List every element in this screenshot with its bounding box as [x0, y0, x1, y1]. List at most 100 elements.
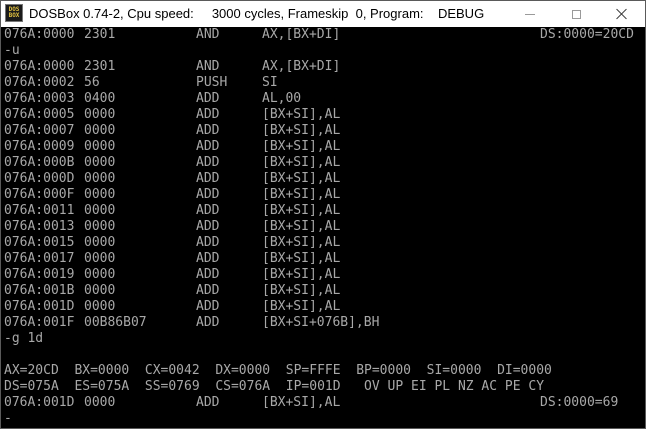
mnemonic: AND: [196, 59, 220, 74]
mnemonic: ADD: [196, 219, 220, 234]
operands: [BX+SI],AL: [262, 123, 341, 138]
console-line: 076A:0015 0000 ADD [BX+SI],AL: [4, 235, 644, 251]
opcode-bytes: 0000: [84, 251, 116, 266]
mnemonic: ADD: [196, 155, 220, 170]
address-text: 076A:0013: [4, 219, 75, 234]
console-line: 076A:0013 0000 ADD [BX+SI],AL: [4, 219, 644, 235]
address-text: 076A:0017: [4, 251, 75, 266]
address-text: 076A:001D: [4, 299, 75, 314]
operands: [BX+SI],AL: [262, 187, 341, 202]
mnemonic: PUSH: [196, 75, 228, 90]
operands: [BX+SI],AL: [262, 267, 341, 282]
mnemonic: ADD: [196, 107, 220, 122]
address-text: 076A:0000: [4, 59, 75, 74]
mnemonic: ADD: [196, 91, 220, 106]
mnemonic: ADD: [196, 283, 220, 298]
mnemonic: ADD: [196, 171, 220, 186]
opcode-bytes: 0000: [84, 107, 116, 122]
dosbox-icon[interactable]: DOS BOX: [5, 4, 23, 22]
console-line: 076A:0007 0000 ADD [BX+SI],AL: [4, 123, 644, 139]
address-text: 076A:0009: [4, 139, 75, 154]
opcode-bytes: 0000: [84, 283, 116, 298]
operands: [BX+SI],AL: [262, 171, 341, 186]
console-line: -: [4, 411, 644, 427]
close-icon: [616, 8, 628, 20]
operands: AX,[BX+DI]: [262, 27, 341, 42]
operands: AX,[BX+DI]: [262, 59, 341, 74]
opcode-bytes: 00B86B07: [84, 315, 147, 330]
window-title: DOSBox 0.74-2, Cpu speed: 3000 cycles, F…: [29, 6, 485, 21]
mnemonic: AND: [196, 27, 220, 42]
console-line: 076A:0019 0000 ADD [BX+SI],AL: [4, 267, 644, 283]
console-line: DS=075A ES=075A SS=0769 CS=076A IP=001D …: [4, 379, 644, 395]
address-text: 076A:001D: [4, 395, 75, 410]
mnemonic: ADD: [196, 203, 220, 218]
console-text: DS=075A ES=075A SS=0769 CS=076A IP=001D …: [4, 379, 545, 394]
opcode-bytes: 2301: [84, 59, 116, 74]
operands: AL,00: [262, 91, 302, 106]
console-line: -g 1d: [4, 331, 644, 347]
address-text: 076A:000B: [4, 155, 75, 170]
icon-label-bottom: BOX: [8, 12, 20, 19]
mnemonic: ADD: [196, 251, 220, 266]
mnemonic: ADD: [196, 139, 220, 154]
maximize-button[interactable]: [553, 1, 599, 27]
address-text: 076A:0005: [4, 107, 75, 122]
operands: [BX+SI],AL: [262, 107, 341, 122]
opcode-bytes: 0000: [84, 299, 116, 314]
console-line: 076A:000B 0000 ADD [BX+SI],AL: [4, 155, 644, 171]
console-line: 076A:0011 0000 ADD [BX+SI],AL: [4, 203, 644, 219]
address-text: 076A:001B: [4, 283, 75, 298]
address-text: 076A:0015: [4, 235, 75, 250]
mnemonic: ADD: [196, 187, 220, 202]
console-line: AX=20CD BX=0000 CX=0042 DX=0000 SP=FFFE …: [4, 363, 644, 379]
opcode-bytes: 0000: [84, 155, 116, 170]
mnemonic: ADD: [196, 267, 220, 282]
title-bar[interactable]: DOS BOX DOSBox 0.74-2, Cpu speed: 3000 c…: [1, 1, 645, 27]
minimize-button[interactable]: [507, 1, 553, 27]
operands: [BX+SI],AL: [262, 251, 341, 266]
console-line: 076A:0003 0400 ADD AL,00: [4, 91, 644, 107]
console-line: 076A:0005 0000 ADD [BX+SI],AL: [4, 107, 644, 123]
address-text: 076A:0007: [4, 123, 75, 138]
memory-readout: DS:0000=69: [540, 395, 619, 410]
minimize-icon: [525, 13, 535, 15]
operands: [BX+SI],AL: [262, 299, 341, 314]
mnemonic: ADD: [196, 315, 220, 330]
opcode-bytes: 0400: [84, 91, 116, 106]
operands: [BX+SI],AL: [262, 203, 341, 218]
address-text: 076A:0019: [4, 267, 75, 282]
mnemonic: ADD: [196, 235, 220, 250]
maximize-icon: [571, 9, 581, 19]
operands: SI: [262, 75, 278, 90]
opcode-bytes: 0000: [84, 395, 116, 410]
console-text: -: [4, 411, 12, 426]
close-button[interactable]: [599, 1, 645, 27]
console-screen[interactable]: 076A:0000 2301 AND AX,[BX+DI] DS:0000=20CD -u…: [1, 27, 645, 428]
opcode-bytes: 0000: [84, 123, 116, 138]
mnemonic: ADD: [196, 123, 220, 138]
operands: [BX+SI+076B],BH: [262, 315, 380, 330]
address-text: 076A:0011: [4, 203, 75, 218]
console-text: -g 1d: [4, 331, 44, 346]
console-line: 076A:0017 0000 ADD [BX+SI],AL: [4, 251, 644, 267]
operands: [BX+SI],AL: [262, 283, 341, 298]
opcode-bytes: 0000: [84, 171, 116, 186]
console-line: 076A:000F 0000 ADD [BX+SI],AL: [4, 187, 644, 203]
opcode-bytes: 0000: [84, 139, 116, 154]
console-text: -u: [4, 43, 20, 58]
console-line: 076A:0002 56 PUSH SI: [4, 75, 644, 91]
opcode-bytes: 0000: [84, 235, 116, 250]
opcode-bytes: 0000: [84, 267, 116, 282]
console-text: AX=20CD BX=0000 CX=0042 DX=0000 SP=FFFE …: [4, 363, 552, 378]
opcode-bytes: 56: [84, 75, 100, 90]
console-line: 076A:000D 0000 ADD [BX+SI],AL: [4, 171, 644, 187]
operands: [BX+SI],AL: [262, 235, 341, 250]
mnemonic: ADD: [196, 299, 220, 314]
operands: [BX+SI],AL: [262, 219, 341, 234]
console-line: 076A:001F 00B86B07 ADD [BX+SI+076B],BH: [4, 315, 644, 331]
opcode-bytes: 0000: [84, 219, 116, 234]
opcode-bytes: 0000: [84, 187, 116, 202]
console-line: 076A:0000 2301 AND AX,[BX+DI] DS:0000=20CD: [4, 27, 644, 43]
